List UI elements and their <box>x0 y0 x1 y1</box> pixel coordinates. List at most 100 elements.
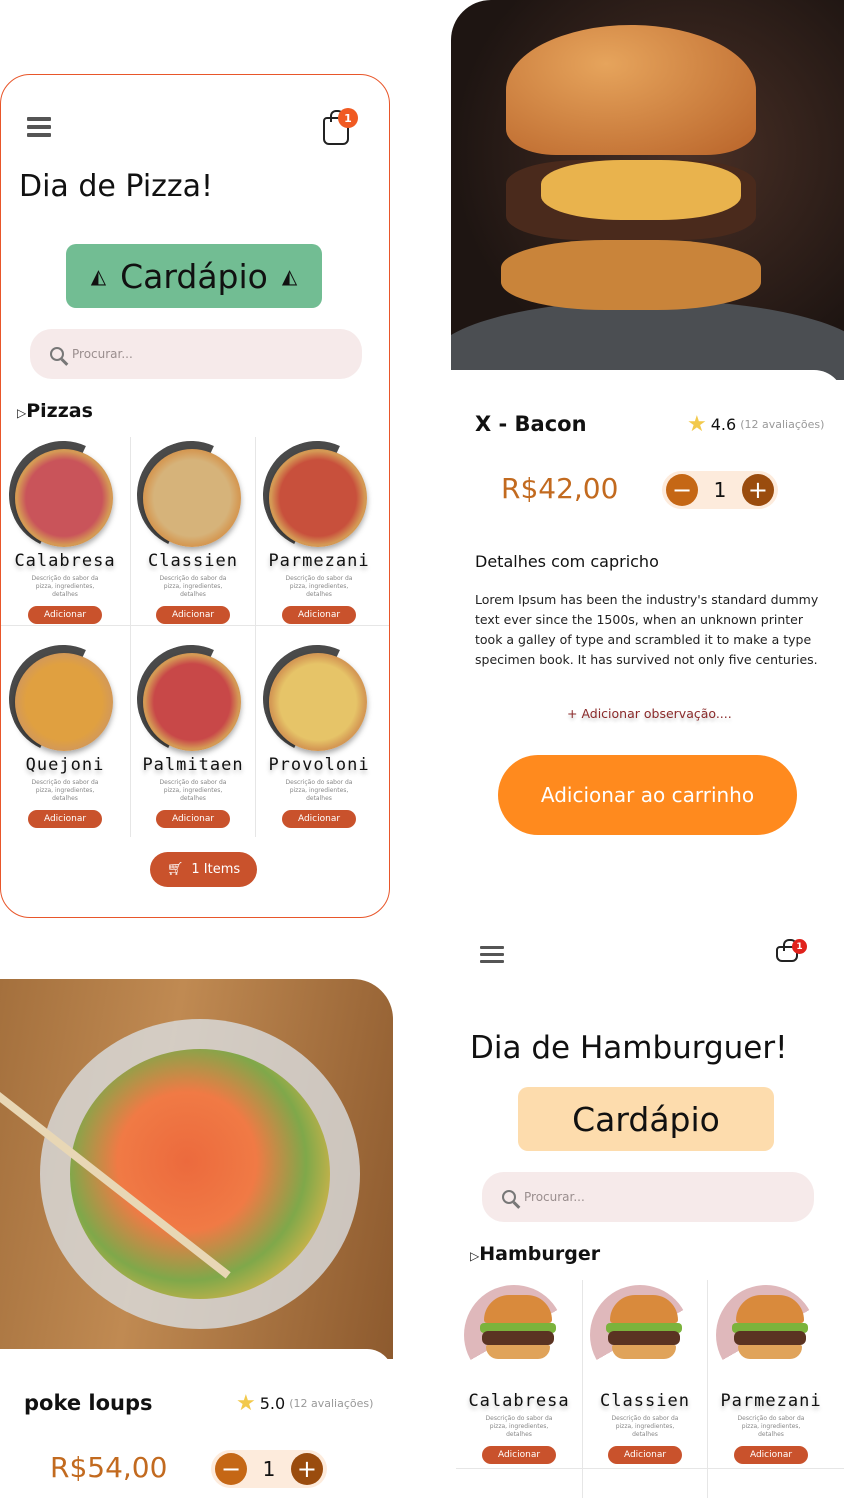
pizza-image <box>269 653 367 751</box>
item-name: Calabresa <box>468 1391 570 1411</box>
item-description: Descrição do sabor da pizza, ingrediente… <box>159 779 227 802</box>
poke-photo <box>0 979 393 1359</box>
price: R$42,00 <box>501 472 619 505</box>
minus-button[interactable]: − <box>215 1453 247 1485</box>
add-button[interactable]: Adicionar <box>28 606 102 624</box>
section-header[interactable]: ▷Pizzas <box>17 400 93 422</box>
quantity-stepper[interactable]: − 1 + <box>662 471 778 509</box>
pizza-image <box>143 653 241 751</box>
item-name: Classien <box>600 1391 690 1411</box>
section-title: Pizzas <box>26 400 93 422</box>
item-description: Descrição do sabor da pizza, ingrediente… <box>737 1415 805 1438</box>
pizza-screen: 1 Dia de Pizza! ◭ Cardápio ◭ Procurar...… <box>0 74 390 918</box>
item-description: Descrição do sabor da pizza, ingrediente… <box>485 1415 553 1438</box>
triangle-right-icon: ▷ <box>470 1249 480 1263</box>
star-icon: ★ <box>236 1391 256 1416</box>
item-description: Descrição do sabor da pizza, ingrediente… <box>285 779 353 802</box>
menu-item: Quejoni Descrição do sabor da pizza, ing… <box>0 629 133 828</box>
burger-image <box>478 1295 558 1361</box>
pizza-image <box>15 449 113 547</box>
poke-detail-card: poke loups ★ 5.0 (12 avaliações) R$54,00… <box>0 1349 393 1498</box>
item-name: Provoloni <box>268 755 370 775</box>
add-button[interactable]: Adicionar <box>608 1446 682 1464</box>
item-name: Palmitaen <box>142 755 244 775</box>
search-input[interactable]: Procurar... <box>30 329 362 379</box>
menu-item: Palmitaen Descrição do sabor da pizza, i… <box>121 629 261 828</box>
item-name: Quejoni <box>25 755 105 775</box>
plus-button[interactable]: + <box>290 1453 323 1485</box>
burger-photo <box>451 0 844 380</box>
section-header[interactable]: ▷Hamburger <box>470 1243 600 1265</box>
item-description: Descrição do sabor da pizza, ingrediente… <box>611 1415 679 1438</box>
rating-value: 4.6 <box>710 415 737 434</box>
item-name: Parmezani <box>720 1391 822 1411</box>
search-placeholder: Procurar... <box>524 1190 585 1204</box>
rating: ★ 5.0 (12 avaliações) <box>236 1391 373 1416</box>
menu-item: Provoloni Descrição do sabor da pizza, i… <box>247 629 387 828</box>
cart-icon: 🛒︎ <box>166 862 184 877</box>
search-input[interactable]: Procurar... <box>482 1172 814 1222</box>
page-title: Dia de Pizza! <box>19 169 214 204</box>
review-count: (12 avaliações) <box>740 418 825 431</box>
add-note-link[interactable]: + Adicionar observação.... <box>567 706 732 721</box>
add-button[interactable]: Adicionar <box>282 606 356 624</box>
menu-item: Classien Descrição do sabor da pizza, in… <box>121 425 261 624</box>
rating: ★ 4.6 (12 avaliações) <box>687 412 824 437</box>
menu-label: Cardápio <box>120 256 268 296</box>
menu-item: Parmezani Descrição do sabor da pizza, i… <box>708 1285 834 1464</box>
add-button[interactable]: Adicionar <box>482 1446 556 1464</box>
burger-detail-card: X - Bacon ★ 4.6 (12 avaliações) R$42,00 … <box>451 370 844 910</box>
cart-items-label: 1 Items <box>191 862 241 877</box>
add-button[interactable]: Adicionar <box>28 810 102 828</box>
item-description: Descrição do sabor da pizza, ingrediente… <box>159 575 227 598</box>
cart-count-badge: 1 <box>792 939 807 954</box>
quantity-value: 1 <box>262 1457 276 1481</box>
menu-icon[interactable] <box>27 117 51 137</box>
quantity-value: 1 <box>713 478 727 502</box>
menu-banner: ◭ Cardápio ◭ <box>66 244 322 308</box>
cart-items-button[interactable]: 🛒︎ 1 Items <box>150 852 257 887</box>
add-button[interactable]: Adicionar <box>156 606 230 624</box>
page-title: Dia de Hamburguer! <box>470 1030 788 1066</box>
product-name: X - Bacon <box>475 412 587 436</box>
plus-button[interactable]: + <box>741 474 774 506</box>
item-description: Descrição do sabor da pizza, ingrediente… <box>31 575 99 598</box>
item-name: Parmezani <box>268 551 370 571</box>
pizza-image <box>269 449 367 547</box>
burger-image <box>730 1295 810 1361</box>
search-icon <box>50 347 64 361</box>
triangle-right-icon: ▷ <box>17 406 27 420</box>
price: R$54,00 <box>50 1451 168 1484</box>
add-to-cart-button[interactable]: Adicionar ao carrinho <box>498 755 797 835</box>
details-title: Detalhes com capricho <box>475 552 659 571</box>
divider <box>1 625 389 626</box>
add-button[interactable]: Adicionar <box>734 1446 808 1464</box>
menu-item: Calabresa Descrição do sabor da pizza, i… <box>0 425 133 624</box>
search-placeholder: Procurar... <box>72 347 133 361</box>
menu-item: Calabresa Descrição do sabor da pizza, i… <box>456 1285 582 1464</box>
item-name: Calabresa <box>14 551 116 571</box>
section-title: Hamburger <box>479 1243 601 1265</box>
menu-item: Classien Descrição do sabor da pizza, in… <box>582 1285 708 1464</box>
search-icon <box>502 1190 516 1204</box>
details-text: Lorem Ipsum has been the industry's stan… <box>475 592 819 667</box>
pizza-slice-icon: ◭ <box>90 264 107 288</box>
add-button[interactable]: Adicionar <box>156 810 230 828</box>
pizza-slice-icon: ◭ <box>281 264 298 288</box>
divider <box>456 1468 844 1469</box>
burger-image <box>604 1295 684 1361</box>
item-description: Descrição do sabor da pizza, ingrediente… <box>285 575 353 598</box>
minus-button[interactable]: − <box>666 474 698 506</box>
quantity-stepper[interactable]: − 1 + <box>211 1450 327 1488</box>
rating-value: 5.0 <box>259 1394 286 1413</box>
menu-banner: Cardápio <box>518 1087 774 1151</box>
pizza-image <box>15 653 113 751</box>
cart-count-badge: 1 <box>338 108 358 128</box>
hamburger-screen: 1 Dia de Hamburguer! Cardápio Procurar..… <box>456 930 844 1498</box>
menu-icon[interactable] <box>480 946 504 966</box>
review-count: (12 avaliações) <box>289 1397 374 1410</box>
menu-item: Parmezani Descrição do sabor da pizza, i… <box>247 425 387 624</box>
item-description: Descrição do sabor da pizza, ingrediente… <box>31 779 99 802</box>
pizza-image <box>143 449 241 547</box>
add-button[interactable]: Adicionar <box>282 810 356 828</box>
